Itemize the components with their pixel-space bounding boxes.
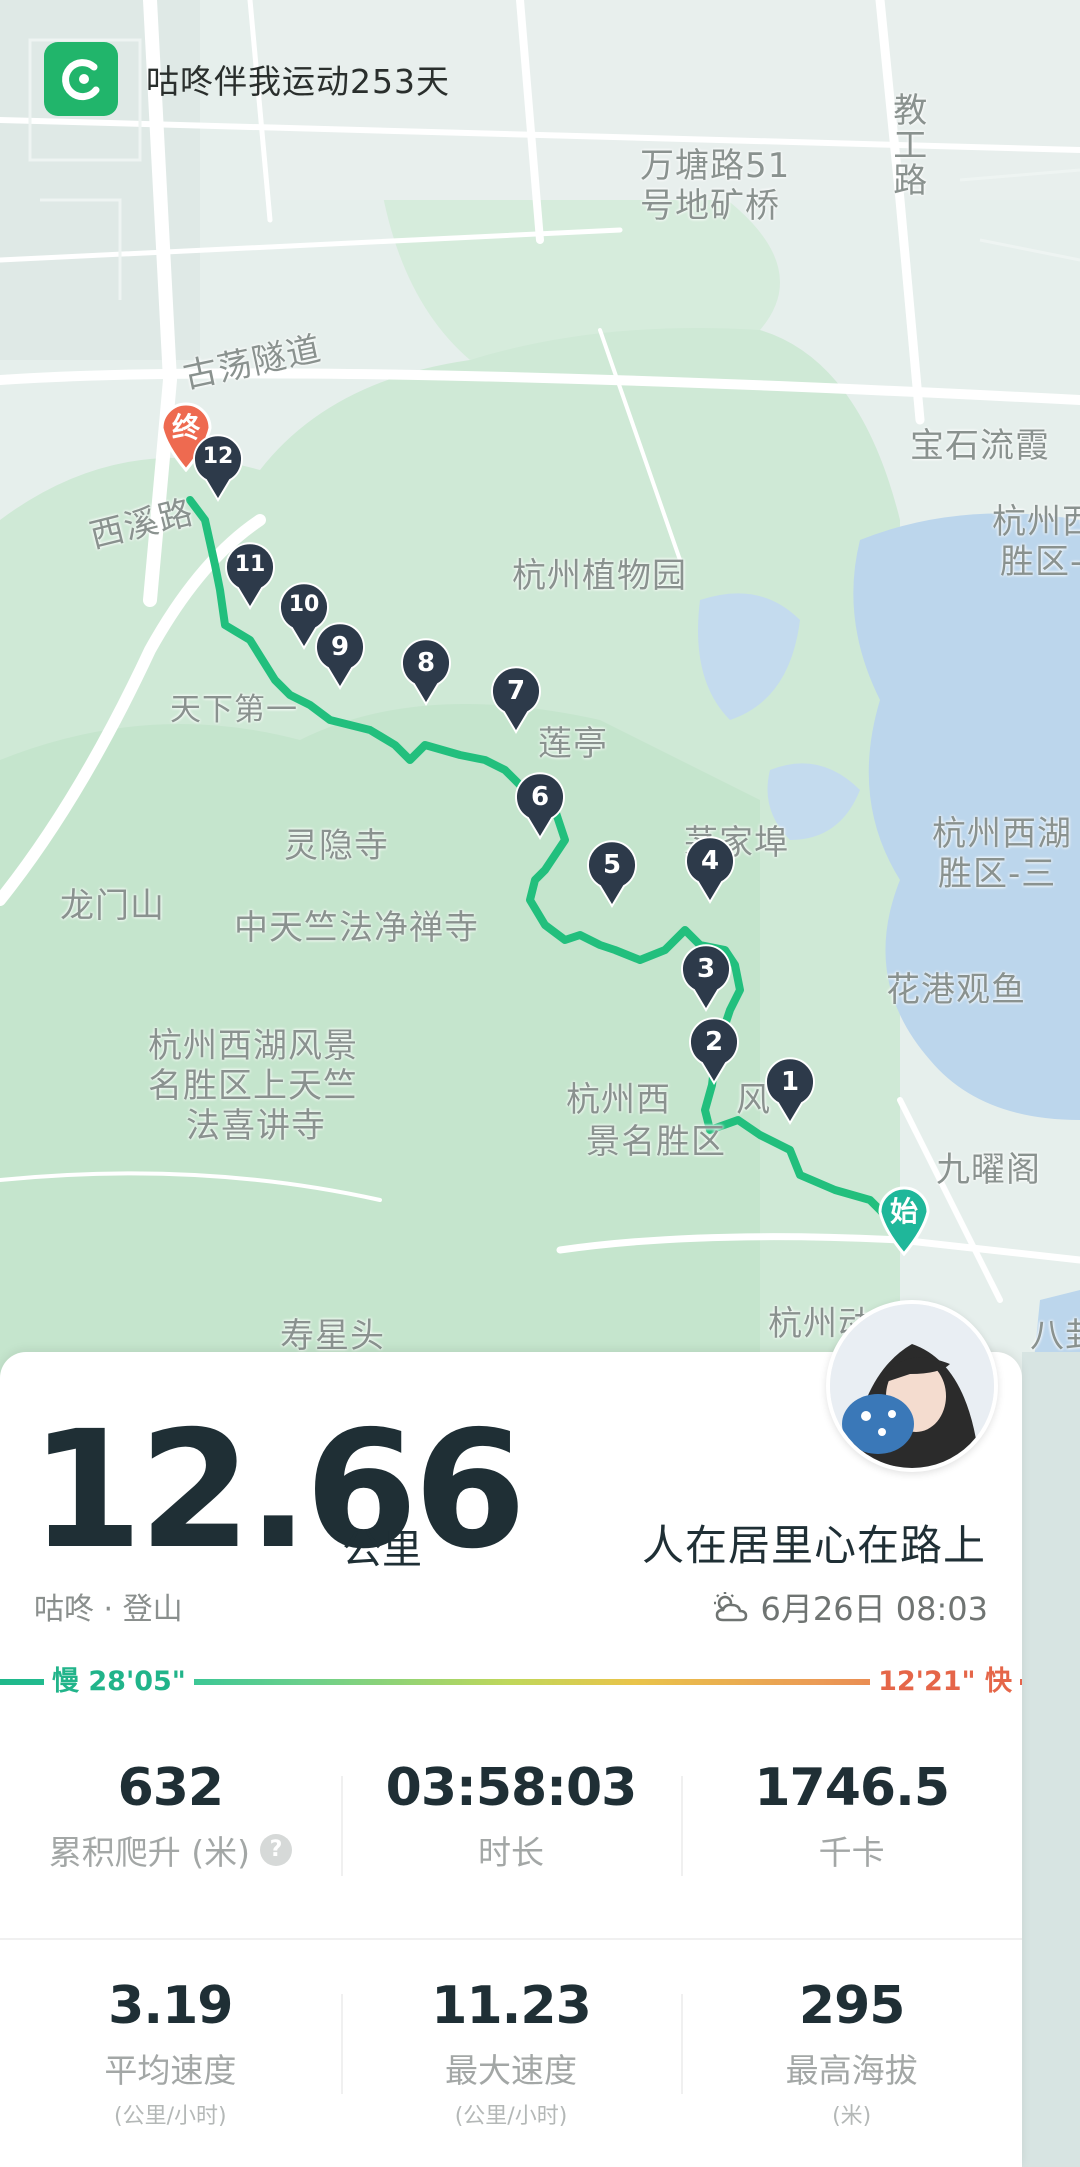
map-label-wantang2: 号地矿桥 <box>640 186 780 226</box>
stat-unit: (公里/小时) <box>454 2104 568 2129</box>
km-marker[interactable]: 10 <box>276 580 332 650</box>
distance-value: 12.66 <box>30 1397 526 1585</box>
stat-value: 632 <box>117 1758 225 1818</box>
km-marker[interactable]: 8 <box>398 636 454 706</box>
stat-duration: 03:58:03 时长 <box>340 1758 682 1876</box>
stat-label: 平均速度 <box>104 2051 237 2090</box>
app-logo-icon <box>44 42 118 116</box>
km-marker-label: 10 <box>288 592 320 617</box>
activity-type: 咕咚 · 登山 <box>34 1592 183 1627</box>
user-avatar[interactable] <box>826 1300 998 1472</box>
km-marker-label: 1 <box>780 1067 800 1097</box>
km-marker[interactable]: 3 <box>678 942 734 1012</box>
map-label-lianting: 莲亭 <box>538 724 608 764</box>
map-label-westlake2: 胜区-三 <box>938 854 1057 894</box>
stat-label: 最高海拔 <box>785 2051 918 2090</box>
stat-calories: 1746.5 千卡 <box>681 1758 1022 1876</box>
map-label-jiaogonglu: 教工路 <box>886 92 927 205</box>
km-marker[interactable]: 11 <box>222 540 278 610</box>
km-marker-label: 4 <box>700 846 720 876</box>
map-label-longmen: 龙门山 <box>60 886 165 926</box>
distance-unit: 公里 <box>342 1527 422 1573</box>
km-marker-label: 5 <box>602 850 622 880</box>
stat-label: 最大速度 <box>445 2051 577 2090</box>
km-marker[interactable]: 7 <box>488 664 544 734</box>
stat-value: 11.23 <box>431 1976 591 2036</box>
stat-label-wrap: 累积爬升 (米) ? <box>0 1826 341 1874</box>
map-label-shouxing: 寿星头 <box>280 1316 385 1356</box>
map-label-lingyin: 灵隐寺 <box>284 826 389 866</box>
weather-icon <box>713 1592 747 1622</box>
app-header: 咕咚伴我运动253天 <box>44 42 450 116</box>
stat-avg-speed: 3.19 平均速度 (公里/小时) <box>0 1976 341 2130</box>
datetime: 6月26日 08:03 <box>711 1584 988 1630</box>
map-label-baoshi: 宝石流霞 <box>910 426 1050 466</box>
map-label-zhongtianzhu: 中天竺法净禅寺 <box>234 908 479 948</box>
start-pin-label: 始 <box>889 1195 918 1228</box>
stat-unit: (公里/小时) <box>114 2104 227 2129</box>
km-marker[interactable]: 2 <box>686 1015 742 1085</box>
stats-divider <box>0 1938 1022 1940</box>
km-marker-label: 2 <box>704 1027 724 1057</box>
stat-unit: (米) <box>832 2104 872 2129</box>
stat-value: 295 <box>798 1976 906 2036</box>
stat-value: 03:58:03 <box>385 1758 638 1818</box>
km-marker[interactable]: 5 <box>584 838 640 908</box>
stat-label: 时长 <box>478 1833 544 1872</box>
km-marker[interactable]: 1 <box>762 1055 818 1125</box>
map-label-jiuyao: 九曜阁 <box>936 1150 1041 1190</box>
map-edge <box>1022 1352 1080 2167</box>
stat-max-speed: 11.23 最大速度 (公里/小时) <box>340 1976 682 2130</box>
app-title: 咕咚伴我运动253天 <box>146 62 450 101</box>
start-pin[interactable]: 始 <box>874 1180 934 1257</box>
route-map[interactable]: 教工路 万塘路51 号地矿桥 古荡隧道 宝石流霞 杭州西 胜区- 西溪路 杭州植… <box>0 0 1080 1400</box>
datetime-text: 6月26日 08:03 <box>760 1590 988 1628</box>
map-label-shangtianzhu3: 法喜讲寺 <box>186 1106 326 1146</box>
km-marker-label: 7 <box>506 676 526 706</box>
pace-fast-label: 12'21" 快 <box>870 1662 1020 1702</box>
km-marker-label: 12 <box>202 444 234 469</box>
km-marker[interactable]: 6 <box>512 770 568 840</box>
slogan: 人在居里心在路上 <box>641 1521 986 1570</box>
km-marker-label: 11 <box>234 552 266 577</box>
avatar-image <box>830 1304 994 1468</box>
stats-row-2: 3.19 平均速度 (公里/小时) 11.23 最大速度 (公里/小时) 295… <box>0 1976 1022 2130</box>
stat-max-altitude: 295 最高海拔 (米) <box>681 1976 1022 2130</box>
km-marker-label: 8 <box>416 648 436 678</box>
km-marker-label: 3 <box>696 954 716 984</box>
map-label-scenic2: 景名胜区 <box>586 1122 726 1162</box>
km-marker[interactable]: 4 <box>682 834 738 904</box>
map-label-tianxia: 天下第一 <box>170 692 298 728</box>
map-label-hangzhou-xi2: 胜区- <box>1000 542 1080 582</box>
stat-value: 1746.5 <box>754 1758 950 1818</box>
stats-row-1: 632 累积爬升 (米) ? 03:58:03 时长 1746.5 千卡 <box>0 1758 1022 1876</box>
map-label-ba: 八卦 <box>1030 1316 1080 1356</box>
help-icon[interactable]: ? <box>259 1834 292 1866</box>
km-marker-label: 6 <box>530 782 550 812</box>
km-marker[interactable]: 12 <box>190 432 246 502</box>
stat-label: 千卡 <box>818 1833 885 1872</box>
map-label-huagang: 花港观鱼 <box>886 970 1026 1010</box>
stat-value: 3.19 <box>108 1976 233 2036</box>
map-label-zhiwuyuan: 杭州植物园 <box>512 556 687 596</box>
stat-climb: 632 累积爬升 (米) ? <box>0 1758 341 1874</box>
map-label-text: 教工路 <box>886 92 927 197</box>
pace-slow-label: 慢 28'05" <box>44 1662 194 1702</box>
stat-label: 累积爬升 (米) <box>48 1833 250 1872</box>
